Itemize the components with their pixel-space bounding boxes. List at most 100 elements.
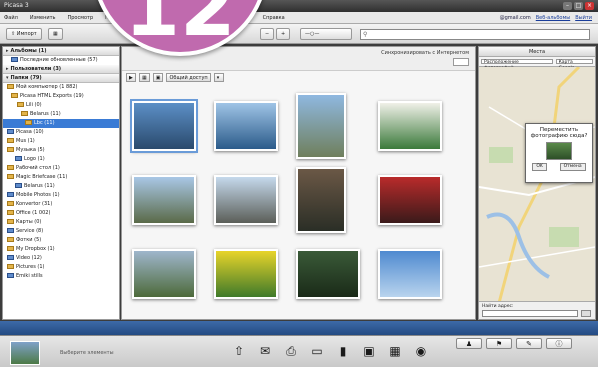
section-people[interactable]: ▸ Пользователи (3)	[3, 65, 119, 74]
folder-item[interactable]: Mobile Photos (1)	[3, 191, 119, 200]
folder-icon	[11, 93, 18, 98]
folder-item-label: Рабочий стол (1)	[16, 165, 60, 171]
menu-item[interactable]: Просмотр	[67, 15, 93, 21]
folder-item-label: Konvertor (31)	[16, 201, 53, 207]
upload-icon[interactable]: ⇧	[230, 342, 248, 360]
maximize-button[interactable]: □	[574, 2, 583, 10]
section-folders[interactable]: ▾ Папки (79)	[3, 74, 119, 83]
selected-thumbnail[interactable]	[10, 341, 40, 365]
folder-item-label: Карты (0)	[16, 219, 42, 225]
folder-item[interactable]: Lili (0)	[3, 101, 119, 110]
play-button[interactable]: ▶	[126, 73, 136, 82]
badge-number: 12	[124, 0, 236, 54]
tutorial-number-badge: 12	[92, 0, 268, 56]
folder-item[interactable]: Mus (1)	[3, 137, 119, 146]
photo-thumbnail[interactable]	[296, 93, 346, 159]
folder-icon	[7, 84, 14, 89]
photo-thumbnail[interactable]	[132, 175, 196, 225]
folder-item[interactable]: Emiki stills	[3, 272, 119, 281]
collage-icon[interactable]: ▦	[386, 342, 404, 360]
folder-icon	[7, 219, 14, 224]
folder-item[interactable]: Konvertor (31)	[3, 200, 119, 209]
search-input[interactable]: ⚲	[360, 29, 590, 40]
folder-icon	[7, 237, 14, 242]
photo-thumbnail[interactable]	[214, 101, 278, 151]
album-icon	[11, 57, 18, 62]
folder-item[interactable]: Pictures (1)	[3, 263, 119, 272]
folder-icon	[7, 174, 14, 179]
album-icon	[7, 129, 14, 134]
folder-item[interactable]: Lbc (11)	[3, 119, 119, 128]
share-button[interactable]: Общий доступ	[166, 73, 211, 82]
folder-item[interactable]: Музыка (5)	[3, 146, 119, 155]
section-label: Пользователи (3)	[10, 66, 62, 72]
folder-item[interactable]: Мой компьютер (1 882)	[3, 83, 119, 92]
zoom-in-button[interactable]: +	[276, 28, 291, 40]
photo-area: Синхронизировать с Интернетом ▶ ▦ ▣ Общи…	[121, 46, 476, 320]
collage-button[interactable]: ▦	[139, 73, 150, 82]
menu-item[interactable]: Файл	[4, 15, 18, 21]
minimize-button[interactable]: –	[563, 2, 572, 10]
tags-button[interactable]: ✎	[516, 338, 542, 349]
folder-item[interactable]: Фотки (5)	[3, 236, 119, 245]
blog-icon[interactable]: ▣	[360, 342, 378, 360]
dialog-cancel-button[interactable]: Отмена	[559, 163, 586, 171]
photo-thumbnail[interactable]	[214, 249, 278, 299]
places-button[interactable]: ⚑	[486, 338, 512, 349]
toolbar: ⇪ Импорт ▦ − + —○— ⚲	[0, 24, 598, 44]
email-icon[interactable]: ✉	[256, 342, 274, 360]
folder-item[interactable]: Рабочий стол (1)	[3, 164, 119, 173]
folder-item-label: Magic Briefcase (11)	[16, 174, 68, 180]
map-view[interactable]: Переместить фотографию сюда? OK Отмена	[479, 65, 595, 304]
selection-tray-header	[0, 321, 598, 335]
folder-item[interactable]: Карты (0)	[3, 218, 119, 227]
info-button[interactable]: ⓘ	[546, 338, 572, 349]
folder-icon	[7, 264, 14, 269]
movie-button[interactable]: ▣	[152, 73, 164, 82]
close-button[interactable]: ×	[585, 2, 594, 10]
folder-item[interactable]: Последние обновленные (57)	[3, 56, 119, 65]
import-button[interactable]: ⇪ Импорт	[6, 28, 42, 40]
photo-thumbnail[interactable]	[130, 99, 198, 153]
dropdown-arrow-icon[interactable]: ▾	[213, 73, 224, 82]
folder-item[interactable]: Magic Briefcase (11)	[3, 173, 119, 182]
folder-item[interactable]: Belarus (11)	[3, 110, 119, 119]
folder-item[interactable]: Logo (1)	[3, 155, 119, 164]
folder-item-label: Pictures (1)	[16, 264, 45, 270]
address-input[interactable]	[482, 310, 578, 317]
folder-icon	[7, 165, 14, 170]
photo-thumbnail[interactable]	[214, 175, 278, 225]
view-button[interactable]: ▦	[48, 28, 63, 40]
print-icon[interactable]: ⎙	[282, 342, 300, 360]
dialog-ok-button[interactable]: OK	[532, 163, 547, 171]
folder-item[interactable]: Office (1 002)	[3, 209, 119, 218]
photo-thumbnail[interactable]	[132, 249, 196, 299]
photo-thumbnail[interactable]	[296, 167, 346, 233]
folder-item[interactable]: Picasa HTML Exports (19)	[3, 92, 119, 101]
section-albums[interactable]: ▸ Альбомы (1)	[3, 47, 119, 56]
folder-item[interactable]: Video (12)	[3, 254, 119, 263]
photo-thumbnail[interactable]	[378, 249, 442, 299]
folder-item[interactable]: Service (8)	[3, 227, 119, 236]
folder-item[interactable]: My Dropbox (1)	[3, 245, 119, 254]
people-button[interactable]: ♟	[456, 338, 482, 349]
folder-icon	[7, 210, 14, 215]
sync-toggle[interactable]	[453, 58, 469, 66]
folder-item[interactable]: Belarus (11)	[3, 182, 119, 191]
sign-out-link[interactable]: Выйти	[575, 15, 592, 21]
menu-item[interactable]: Справка	[263, 15, 285, 21]
export-folder-icon[interactable]: ▭	[308, 342, 326, 360]
address-search-button[interactable]	[581, 310, 591, 317]
shop-icon[interactable]: ▮	[334, 342, 352, 360]
menu-item[interactable]: Изменить	[30, 15, 56, 21]
photo-thumbnail[interactable]	[378, 175, 442, 225]
movie-icon[interactable]: ◉	[412, 342, 430, 360]
tab-photo-location[interactable]: Расположение фотографий	[481, 59, 553, 71]
photo-thumbnail[interactable]	[378, 101, 442, 151]
web-albums-link[interactable]: Веб-альбомы	[536, 15, 570, 21]
tab-google-map[interactable]: Карта Google	[555, 59, 593, 71]
folder-item[interactable]: Picasa (10)	[3, 128, 119, 137]
zoom-slider[interactable]: —○—	[300, 28, 352, 40]
photo-thumbnail[interactable]	[296, 249, 360, 299]
sync-link[interactable]: Синхронизировать с Интернетом	[381, 50, 469, 56]
